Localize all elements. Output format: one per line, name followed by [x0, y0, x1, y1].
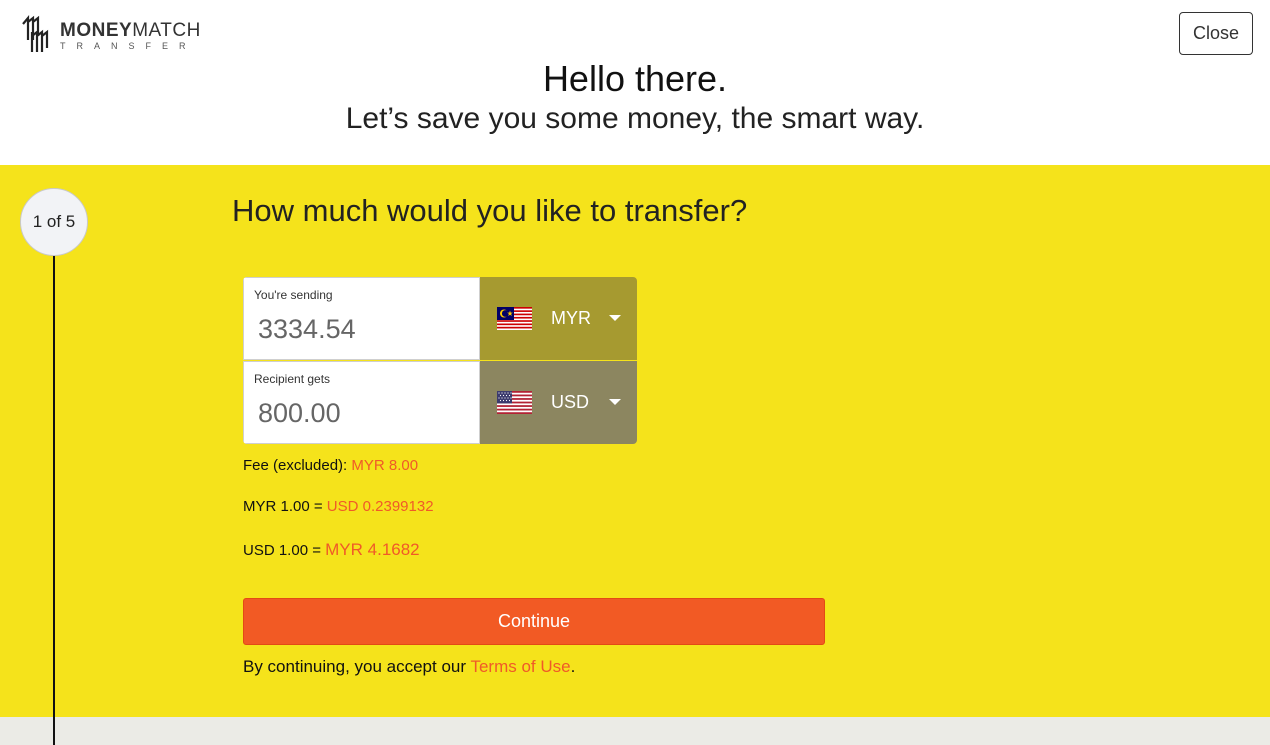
- terms-prefix: By continuing, you accept our: [243, 657, 467, 676]
- rate2-label: USD 1.00 =: [243, 542, 321, 559]
- chevron-down-icon: [609, 315, 621, 321]
- rate1-value: USD 0.2399132: [326, 498, 434, 515]
- sending-currency-select[interactable]: MYR: [480, 277, 637, 360]
- footer-band: [0, 717, 1270, 745]
- rate1-label: MYR 1.00 =: [243, 498, 323, 515]
- terms-suffix: .: [570, 657, 576, 676]
- sending-amount-field[interactable]: You're sending 3334.54: [243, 277, 480, 360]
- moneymatch-logo[interactable]: MONEYMATCH TRANSFER: [20, 14, 201, 58]
- rate-usd-myr: USD 1.00 = MYR 4.1682: [243, 540, 420, 560]
- step-progress-line: [53, 254, 55, 745]
- receiving-row: Recipient gets 800.00 USD: [243, 361, 637, 444]
- continue-button[interactable]: Continue: [243, 598, 825, 645]
- fee-label: Fee (excluded):: [243, 457, 348, 474]
- moneymatch-logo-icon: [22, 14, 49, 52]
- rate-myr-usd: MYR 1.00 = USD 0.2399132: [243, 498, 434, 515]
- fee-info: Fee (excluded): MYR 8.00: [243, 457, 418, 474]
- step-question: How much would you like to transfer?: [232, 193, 748, 228]
- receiving-amount-value[interactable]: 800.00: [258, 398, 341, 429]
- header: MONEYMATCH TRANSFER Close Hello there. L…: [0, 0, 1270, 165]
- tagline: Let’s save you some money, the smart way…: [345, 102, 925, 135]
- currency-converter: You're sending 3334.54 MYR Recipient get…: [243, 277, 637, 444]
- usa-flag-icon: [497, 391, 532, 414]
- receiving-label: Recipient gets: [254, 372, 331, 386]
- chevron-down-icon: [609, 399, 621, 405]
- fee-value: MYR 8.00: [351, 457, 419, 474]
- receiving-currency-code: USD: [551, 392, 590, 412]
- rate2-value: MYR 4.1682: [325, 540, 420, 559]
- terms-notice: By continuing, you accept our Terms of U…: [243, 657, 575, 677]
- sending-amount-value[interactable]: 3334.54: [258, 314, 356, 345]
- receiving-amount-field[interactable]: Recipient gets 800.00: [243, 361, 480, 444]
- malaysia-flag-icon: [497, 307, 532, 330]
- sending-currency-code: MYR: [551, 308, 591, 328]
- sending-label: You're sending: [254, 288, 333, 302]
- step-indicator: 1 of 5: [20, 188, 88, 256]
- close-button[interactable]: Close: [1179, 12, 1253, 55]
- terms-of-use-link[interactable]: Terms of Use: [470, 657, 570, 676]
- logo-subtitle: TRANSFER: [60, 41, 197, 51]
- sending-row: You're sending 3334.54 MYR: [243, 277, 637, 360]
- greeting-title: Hello there.: [542, 58, 728, 99]
- receiving-currency-select[interactable]: USD: [480, 361, 637, 444]
- logo-wordmark: MONEYMATCH: [60, 20, 201, 41]
